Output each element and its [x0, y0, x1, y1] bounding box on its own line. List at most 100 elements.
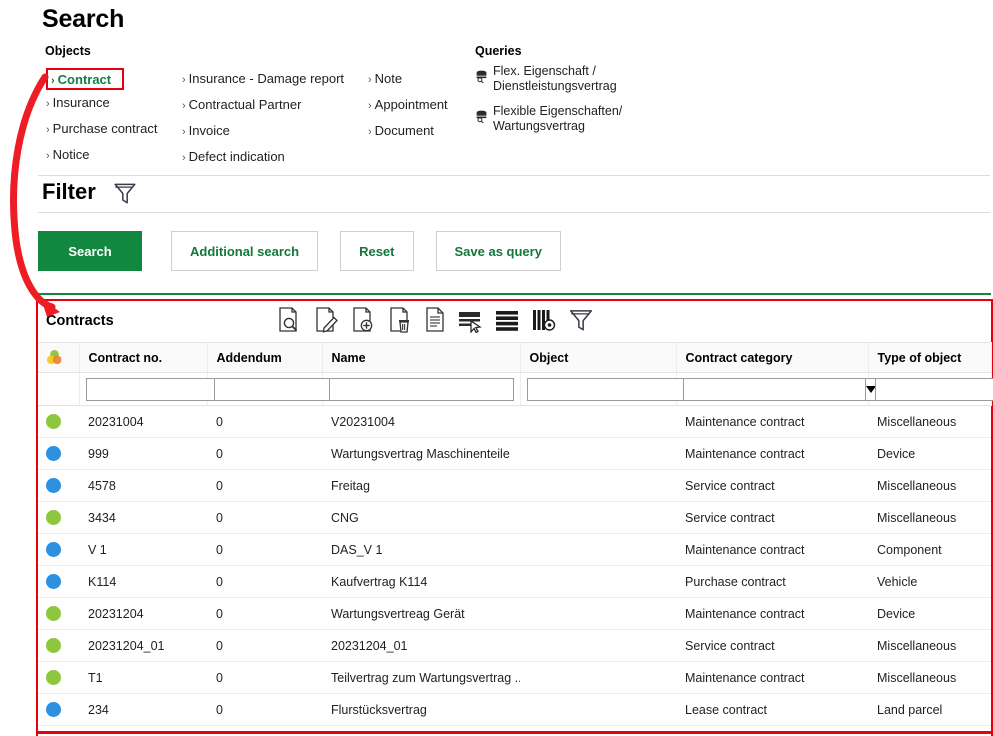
filter-input-type-of-object[interactable] — [874, 377, 993, 401]
cell-contract-category: Maintenance contract — [676, 661, 868, 694]
object-link-label: Note — [374, 71, 403, 86]
cell-addendum: 0 — [207, 629, 322, 662]
object-link-purchase-contract[interactable]: › Purchase contract — [46, 116, 181, 142]
status-dot-green — [46, 414, 61, 429]
table-row[interactable]: 3434 0 CNG Service contract Miscellaneou… — [38, 501, 991, 534]
cell-object — [520, 597, 676, 630]
reset-button[interactable]: Reset — [340, 231, 414, 271]
chevron-right-icon: › — [46, 150, 50, 162]
object-link-insurance[interactable]: › Insurance — [46, 90, 181, 116]
filter-heading: Filter — [42, 179, 96, 204]
chevron-right-icon: › — [368, 100, 372, 112]
add-document-icon[interactable] — [350, 306, 376, 333]
funnel-icon[interactable] — [568, 306, 594, 333]
delete-document-icon[interactable] — [387, 306, 413, 333]
object-link-note[interactable]: › Note — [368, 66, 468, 92]
list-view-icon[interactable] — [494, 306, 520, 333]
object-link-contractual-partner[interactable]: › Contractual Partner — [182, 92, 367, 118]
object-link-appointment[interactable]: › Appointment — [368, 92, 468, 118]
object-link-insurance-damage-report[interactable]: › Insurance - Damage report — [182, 66, 367, 92]
search-button[interactable]: Search — [38, 231, 142, 271]
table-row[interactable]: T1 0 Teilvertrag zum Wartungsvertrag ...… — [38, 661, 991, 694]
query-item[interactable]: Flexible Eigenschaften/ Wartungsvertrag — [475, 104, 675, 134]
cell-contract-category: Service contract — [676, 501, 868, 534]
table-row[interactable]: K114 0 Kaufvertrag K114 Purchase contrac… — [38, 565, 991, 598]
funnel-icon — [114, 183, 136, 204]
status-dot-blue — [46, 542, 61, 557]
edit-document-icon[interactable] — [313, 306, 339, 333]
object-link-label: Defect indication — [188, 149, 285, 164]
additional-search-button[interactable]: Additional search — [171, 231, 319, 271]
object-link-label: Purchase contract — [52, 121, 158, 136]
filter-input-name[interactable] — [328, 377, 514, 401]
query-item-label: Flex. Eigenschaft / Dienstleistungsvertr… — [493, 64, 617, 93]
object-link-label: Notice — [52, 147, 90, 162]
query-item[interactable]: Flex. Eigenschaft / Dienstleistungsvertr… — [475, 64, 675, 94]
filter-cell-status — [38, 372, 80, 406]
cell-type-of-object: Component — [868, 533, 991, 566]
row-status-cell — [38, 533, 79, 566]
cell-object — [520, 565, 676, 598]
object-link-contract[interactable]: › Contract — [46, 68, 124, 90]
cell-addendum: 0 — [207, 437, 322, 470]
cell-name: Flurstücksvertrag — [322, 693, 520, 726]
cell-type-of-object: Miscellaneous — [868, 469, 991, 502]
cell-object — [520, 629, 676, 662]
table-row[interactable]: 20231204_01 0 20231204_01 Service contra… — [38, 629, 991, 662]
table-row[interactable]: 20231004 0 V20231004 Maintenance contrac… — [38, 405, 991, 438]
cell-contract-no: 20231204_01 — [79, 629, 207, 662]
cell-addendum: 0 — [207, 565, 322, 598]
cell-type-of-object: Miscellaneous — [868, 501, 991, 534]
column-header-contract-category[interactable]: Contract category — [676, 342, 869, 373]
filter-button-row: Search Additional search Reset Save as q… — [38, 231, 583, 271]
table-row[interactable]: 20231204 0 Wartungsvertreag Gerät Mainte… — [38, 597, 991, 630]
cell-contract-category: Purchase contract — [676, 565, 868, 598]
view-document-icon[interactable] — [276, 306, 302, 333]
cell-name: DAS_V 1 — [322, 533, 520, 566]
column-header-object[interactable]: Object — [520, 342, 677, 373]
table-row[interactable]: V 1 0 DAS_V 1 Maintenance contract Compo… — [38, 533, 991, 566]
divider-bottom — [38, 212, 990, 213]
row-status-cell — [38, 661, 79, 694]
row-status-cell — [38, 405, 79, 438]
cell-addendum: 0 — [207, 405, 322, 438]
object-link-defect-indication[interactable]: › Defect indication — [182, 144, 367, 170]
chevron-right-icon: › — [46, 124, 50, 136]
column-header-name[interactable]: Name — [322, 342, 521, 373]
filter-input-contract-category[interactable] — [682, 377, 866, 401]
filter-cell-addendum — [207, 372, 397, 406]
select-row-icon[interactable] — [457, 306, 483, 333]
grid-top-accent-rule — [38, 293, 991, 295]
table-row[interactable]: 4578 0 Freitag Service contract Miscella… — [38, 469, 991, 502]
cell-addendum: 0 — [207, 693, 322, 726]
save-as-query-button[interactable]: Save as query — [435, 231, 561, 271]
cell-contract-category: Service contract — [676, 629, 868, 662]
cell-addendum: 0 — [207, 501, 322, 534]
cell-addendum: 0 — [207, 469, 322, 502]
column-settings-icon[interactable] — [531, 306, 557, 333]
status-dot-blue — [46, 446, 61, 461]
column-header-type-of-object[interactable]: Type of object — [868, 342, 992, 373]
cell-object — [520, 533, 676, 566]
row-status-cell — [38, 437, 79, 470]
page-title: Search — [42, 5, 125, 33]
column-header-contract-no[interactable]: Contract no. — [79, 342, 208, 373]
object-link-invoice[interactable]: › Invoice — [182, 118, 367, 144]
table-row[interactable]: 234 0 Flurstücksvertrag Lease contract L… — [38, 693, 991, 726]
report-document-icon[interactable] — [424, 306, 446, 333]
status-colors-icon — [46, 349, 62, 365]
object-link-document[interactable]: › Document — [368, 118, 468, 144]
table-row[interactable]: 999 0 Wartungsvertrag Maschinenteile Mai… — [38, 437, 991, 470]
cell-contract-no: K114 — [79, 565, 207, 598]
cell-contract-no: V 1 — [79, 533, 207, 566]
row-status-cell — [38, 565, 79, 598]
grid-title: Contracts — [46, 313, 114, 329]
cell-type-of-object: Device — [868, 437, 991, 470]
cell-contract-category: Maintenance contract — [676, 597, 868, 630]
chevron-right-icon: › — [51, 75, 55, 87]
row-status-cell — [38, 469, 79, 502]
object-link-notice[interactable]: › Notice — [46, 142, 181, 168]
cell-object — [520, 501, 676, 534]
column-header-addendum[interactable]: Addendum — [207, 342, 323, 373]
object-link-label: Insurance - Damage report — [188, 71, 345, 86]
